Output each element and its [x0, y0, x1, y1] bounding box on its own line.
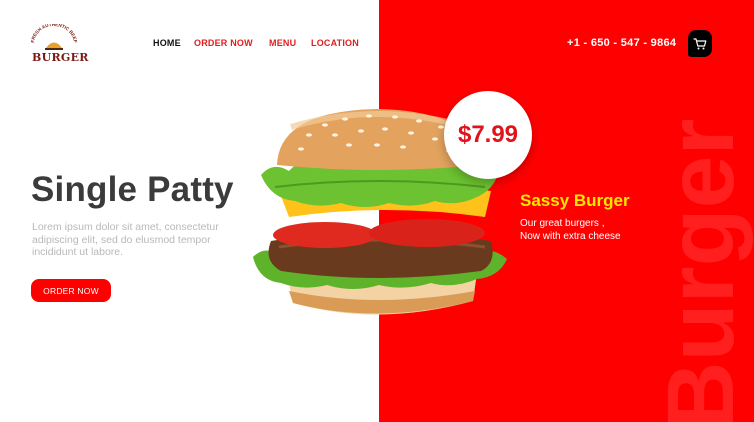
product-desc-line2: Now with extra cheese: [520, 230, 621, 242]
nav-location[interactable]: LOCATION: [311, 38, 359, 48]
hero-title: Single Patty: [31, 170, 234, 209]
burger-watermark: Burger: [648, 118, 754, 422]
cart-button[interactable]: [688, 30, 712, 57]
price-badge: $7.99: [444, 91, 532, 179]
product-name: Sassy Burger: [520, 191, 630, 210]
logo-wordmark: BURGER: [32, 51, 89, 64]
cart-icon: [693, 37, 707, 49]
product-description: Our great burgers , Now with extra chees…: [520, 218, 670, 243]
svg-text:FRESH AUTHENTIC BEEF: FRESH AUTHENTIC BEEF: [30, 24, 78, 43]
hero-description: Lorem ipsum dolor sit amet, consectetur …: [32, 221, 219, 258]
landing-page: FRESH AUTHENTIC BEEF BURGER HOME ORDER N…: [0, 0, 754, 422]
nav-menu[interactable]: MENU: [269, 38, 296, 48]
product-desc-line1: Our great burgers ,: [520, 218, 605, 229]
brand-logo[interactable]: FRESH AUTHENTIC BEEF BURGER: [28, 24, 89, 66]
nav-home[interactable]: HOME: [153, 38, 181, 48]
order-now-button[interactable]: ORDER NOW: [31, 279, 111, 302]
phone-number[interactable]: +1 - 650 - 547 - 9864: [567, 37, 676, 49]
nav-order-now[interactable]: ORDER NOW: [194, 38, 253, 48]
